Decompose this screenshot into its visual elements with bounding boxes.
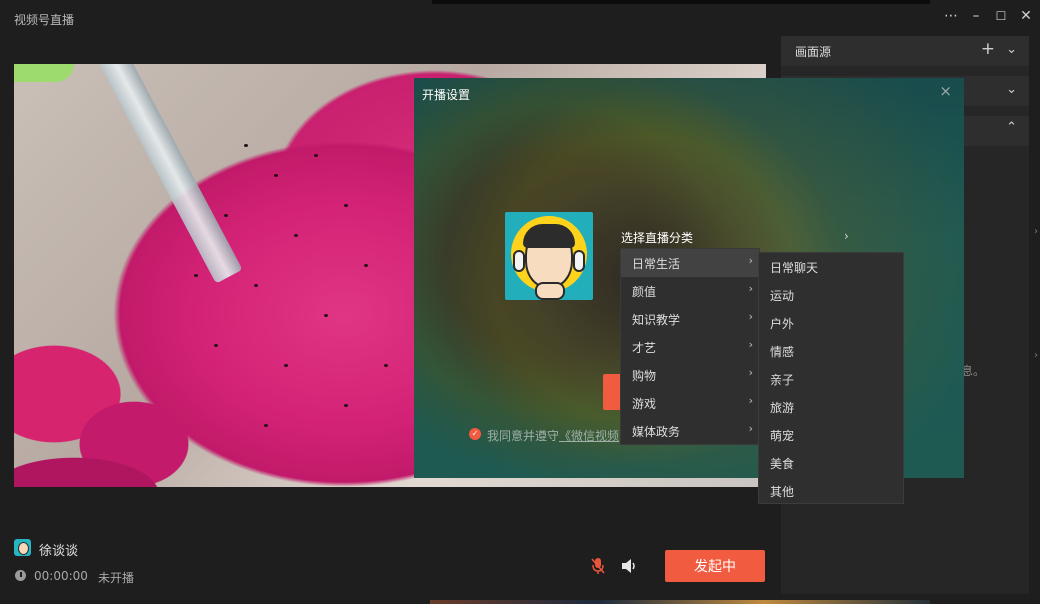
preview-seed — [364, 264, 368, 267]
chevron-right-icon: › — [748, 394, 753, 407]
preview-seed — [194, 274, 198, 277]
preview-seed — [314, 154, 318, 157]
sub-item-label: 亲子 — [770, 373, 795, 387]
menu-item-label: 购物 — [632, 369, 657, 383]
preview-seed — [294, 234, 298, 237]
menu-item-daily-life[interactable]: 日常生活 › — [621, 249, 759, 277]
chevron-down-icon[interactable]: ⌄ — [1006, 82, 1017, 97]
menu-item-label: 日常生活 — [632, 257, 681, 271]
chevron-right-icon: › — [748, 366, 753, 379]
sub-item-label: 户外 — [770, 317, 795, 331]
menu-item-label: 游戏 — [632, 397, 657, 411]
agreement-text: 我同意并遵守《微信视频 — [487, 427, 619, 444]
subcategory-menu: 日常聊天 运动 户外 情感 亲子 旅游 萌宠 美食 其他 — [758, 252, 904, 504]
chevron-right-icon: › — [748, 422, 753, 435]
maximize-icon[interactable]: ☐ — [990, 6, 1012, 26]
panel-overflow-text: 息。 — [961, 364, 986, 378]
sub-item-daily-chat[interactable]: 日常聊天 — [759, 253, 903, 281]
agreement-link[interactable]: 《微信视频 — [559, 429, 619, 443]
start-live-button[interactable]: 发起中 — [665, 550, 765, 582]
app-title: 视频号直播 — [14, 13, 75, 27]
preview-seed — [344, 404, 348, 407]
sub-item-parenting[interactable]: 亲子 — [759, 365, 903, 393]
preview-seed — [284, 364, 288, 367]
menu-item-label: 才艺 — [632, 341, 657, 355]
preview-seed — [274, 174, 278, 177]
menu-item-games[interactable]: 游戏 › — [621, 389, 759, 417]
speaker-icon[interactable] — [620, 557, 638, 575]
live-timer: 00:00:00 — [34, 569, 88, 583]
preview-seed — [324, 314, 328, 317]
close-icon[interactable]: × — [939, 82, 952, 100]
sub-item-label: 情感 — [770, 345, 795, 359]
sub-item-pets[interactable]: 萌宠 — [759, 421, 903, 449]
close-icon[interactable]: ✕ — [1015, 6, 1037, 26]
clock-icon — [15, 570, 26, 581]
checkbox-checked-icon[interactable]: ✓ — [469, 428, 481, 440]
headphone-icon — [573, 250, 585, 272]
title-bar: 视频号直播 ⋯ – ☐ ✕ — [0, 0, 1040, 36]
preview-leaf-shape — [14, 64, 74, 82]
preview-seed — [384, 364, 388, 367]
source-row-label: 画面源 — [795, 45, 832, 59]
preview-seed — [214, 344, 218, 347]
preview-seed — [224, 214, 228, 217]
menu-item-talent[interactable]: 才艺 › — [621, 333, 759, 361]
menu-item-media-gov[interactable]: 媒体政务 › — [621, 417, 759, 445]
minimize-icon[interactable]: – — [965, 6, 987, 26]
live-status: 未开播 — [98, 571, 135, 585]
sub-item-emotion[interactable]: 情感 — [759, 337, 903, 365]
agreement-prefix: 我同意并遵守 — [487, 429, 560, 443]
sub-item-label: 美食 — [770, 457, 795, 471]
preview-seed — [344, 204, 348, 207]
source-row[interactable]: 画面源 + ⌄ — [781, 36, 1029, 66]
chevron-up-icon[interactable]: ⌃ — [1006, 120, 1017, 135]
menu-item-education[interactable]: 知识教学 › — [621, 305, 759, 333]
start-button-partial[interactable] — [603, 374, 621, 410]
preview-seed — [254, 284, 258, 287]
user-avatar — [14, 539, 31, 556]
sub-item-travel[interactable]: 旅游 — [759, 393, 903, 421]
sub-item-label: 旅游 — [770, 401, 795, 415]
scroll-marker: › — [1034, 350, 1038, 361]
sub-item-sports[interactable]: 运动 — [759, 281, 903, 309]
more-icon[interactable]: ⋯ — [940, 6, 962, 26]
mic-muted-icon[interactable] — [590, 557, 606, 575]
chevron-right-icon: › — [748, 254, 753, 267]
scroll-marker: › — [1034, 226, 1038, 237]
plus-icon[interactable]: + — [981, 39, 995, 59]
streamer-avatar[interactable] — [505, 212, 593, 300]
category-menu: 日常生活 › 颜值 › 知识教学 › 才艺 › 购物 › 游戏 › 媒体政务 › — [620, 248, 760, 445]
menu-item-label: 媒体政务 — [632, 425, 681, 439]
modal-title: 开播设置 — [422, 88, 471, 102]
menu-item-label: 颜值 — [632, 285, 657, 299]
menu-item-shopping[interactable]: 购物 › — [621, 361, 759, 389]
category-select-label[interactable]: 选择直播分类 — [621, 229, 693, 246]
sub-item-label: 运动 — [770, 289, 795, 303]
avatar-hand — [535, 282, 565, 300]
chevron-right-icon: › — [748, 338, 753, 351]
chevron-right-icon[interactable]: › — [844, 229, 849, 243]
sub-item-food[interactable]: 美食 — [759, 449, 903, 477]
chevron-right-icon: › — [748, 282, 753, 295]
menu-item-label: 知识教学 — [632, 313, 681, 327]
headphone-icon — [513, 250, 525, 272]
preview-seed — [264, 424, 268, 427]
bottom-edge-strip — [430, 600, 930, 604]
sub-item-label: 日常聊天 — [770, 261, 819, 275]
sub-item-label: 萌宠 — [770, 429, 795, 443]
sub-item-other[interactable]: 其他 — [759, 477, 903, 505]
top-edge-strip — [432, 0, 930, 4]
sub-item-label: 其他 — [770, 485, 795, 499]
sub-item-outdoor[interactable]: 户外 — [759, 309, 903, 337]
menu-item-appearance[interactable]: 颜值 › — [621, 277, 759, 305]
user-name: 徐谈谈 — [39, 544, 79, 559]
preview-seed — [244, 144, 248, 147]
chevron-down-icon[interactable]: ⌄ — [1006, 42, 1017, 57]
chevron-right-icon: › — [748, 310, 753, 323]
preview-knife-shape — [94, 64, 243, 284]
avatar-hair — [523, 224, 575, 248]
